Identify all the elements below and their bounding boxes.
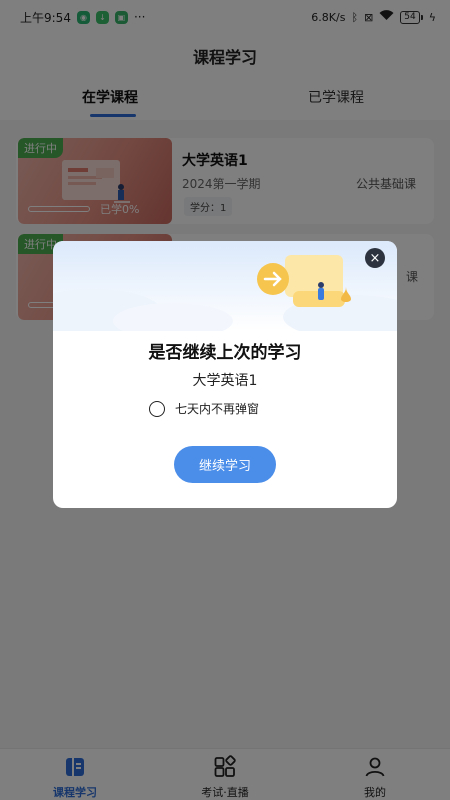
radio-button[interactable] — [149, 400, 165, 417]
continue-learning-button[interactable]: 继续学习 — [174, 446, 276, 483]
checkbox-label: 七天内不再弹窗 — [175, 402, 260, 416]
close-icon[interactable]: × — [365, 248, 385, 268]
dialog-header-illustration — [53, 241, 397, 331]
dont-show-again-option[interactable]: 七天内不再弹窗 — [149, 400, 259, 417]
continue-learning-dialog: × 是否继续上次的学习 大学英语1 七天内不再弹窗 继续学习 — [53, 241, 397, 508]
dialog-title: 是否继续上次的学习 — [148, 343, 302, 363]
dialog-course-name: 大学英语1 — [192, 373, 258, 389]
